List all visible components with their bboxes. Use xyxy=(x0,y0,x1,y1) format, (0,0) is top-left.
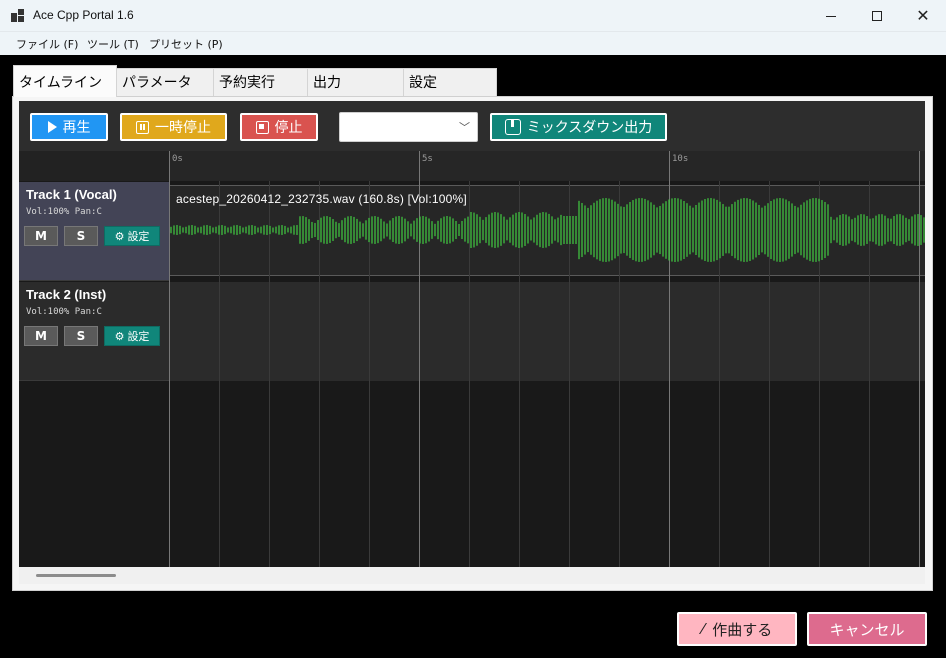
track-info: Vol:100% Pan:C xyxy=(26,307,102,317)
preset-combo[interactable]: ﹀ xyxy=(339,112,478,142)
title-bar: Ace Cpp Portal 1.6 ✕ xyxy=(0,0,946,32)
gear-icon: ⚙ xyxy=(114,229,125,243)
track-settings-label: 設定 xyxy=(127,330,150,343)
scrollbar-thumb[interactable] xyxy=(36,574,116,577)
play-icon xyxy=(47,121,57,133)
tab-output[interactable]: 出力 xyxy=(307,68,404,96)
track-header-inst[interactable]: Track 2 (Inst) Vol:100% Pan:C M S ⚙ 設定 xyxy=(19,282,169,381)
mute-button[interactable]: M xyxy=(24,326,58,346)
cancel-button[interactable]: キャンセル xyxy=(807,612,927,646)
tab-parameters[interactable]: パラメータ xyxy=(116,68,214,96)
pause-label: 一時停止 xyxy=(155,120,211,136)
waveform xyxy=(170,198,925,262)
window-title: Ace Cpp Portal 1.6 xyxy=(33,8,134,22)
tab-scheduled[interactable]: 予約実行 xyxy=(213,68,308,96)
track-settings-label: 設定 xyxy=(127,230,150,243)
magic-wand-icon: ⁄ xyxy=(701,620,705,638)
track-settings-button[interactable]: ⚙ 設定 xyxy=(104,326,160,346)
tab-timeline[interactable]: タイムライン xyxy=(13,65,117,97)
app-icon xyxy=(11,9,24,22)
maximize-icon xyxy=(872,11,882,21)
mute-button[interactable]: M xyxy=(24,226,58,246)
pause-icon xyxy=(136,120,149,134)
chevron-down-icon: ﹀ xyxy=(459,121,470,134)
mixdown-icon xyxy=(504,119,521,135)
menu-bar: ファイル (F) ツール (T) プリセット (P) xyxy=(0,32,946,55)
play-label: 再生 xyxy=(62,120,91,136)
compose-label: 作曲する xyxy=(712,620,773,639)
mixdown-label: ミックスダウン出力 xyxy=(526,120,653,136)
minimize-icon xyxy=(826,15,836,17)
track-name: Track 2 (Inst) xyxy=(26,287,107,302)
stop-icon xyxy=(255,120,269,134)
play-button[interactable]: 再生 xyxy=(30,113,108,141)
track-settings-button[interactable]: ⚙ 設定 xyxy=(104,226,160,246)
stop-label: 停止 xyxy=(274,120,303,136)
minimize-button[interactable] xyxy=(808,0,854,32)
ruler-header-spacer xyxy=(19,151,169,181)
track-info: Vol:100% Pan:C xyxy=(26,207,102,217)
track-name: Track 1 (Vocal) xyxy=(26,187,117,202)
menu-presets[interactable]: プリセット (P) xyxy=(149,36,223,52)
gear-icon: ⚙ xyxy=(114,329,125,343)
timeline-grid xyxy=(169,151,925,567)
solo-button[interactable]: S xyxy=(64,326,98,346)
solo-button[interactable]: S xyxy=(64,226,98,246)
menu-file[interactable]: ファイル (F) xyxy=(16,36,78,52)
compose-button[interactable]: ⁄ 作曲する xyxy=(677,612,797,646)
pause-button[interactable]: 一時停止 xyxy=(120,113,227,141)
mixdown-button[interactable]: ミックスダウン出力 xyxy=(490,113,667,141)
close-button[interactable]: ✕ xyxy=(900,0,946,32)
close-icon: ✕ xyxy=(916,6,930,25)
horizontal-scrollbar[interactable] xyxy=(19,567,925,584)
clip-label: acestep_20260412_232735.wav (160.8s) [Vo… xyxy=(176,192,467,206)
tab-settings[interactable]: 設定 xyxy=(403,68,497,96)
menu-tools[interactable]: ツール (T) xyxy=(87,36,139,52)
stop-button[interactable]: 停止 xyxy=(240,113,318,141)
maximize-button[interactable] xyxy=(854,0,900,32)
track-header-vocal[interactable]: Track 1 (Vocal) Vol:100% Pan:C M S ⚙ 設定 xyxy=(19,182,169,281)
